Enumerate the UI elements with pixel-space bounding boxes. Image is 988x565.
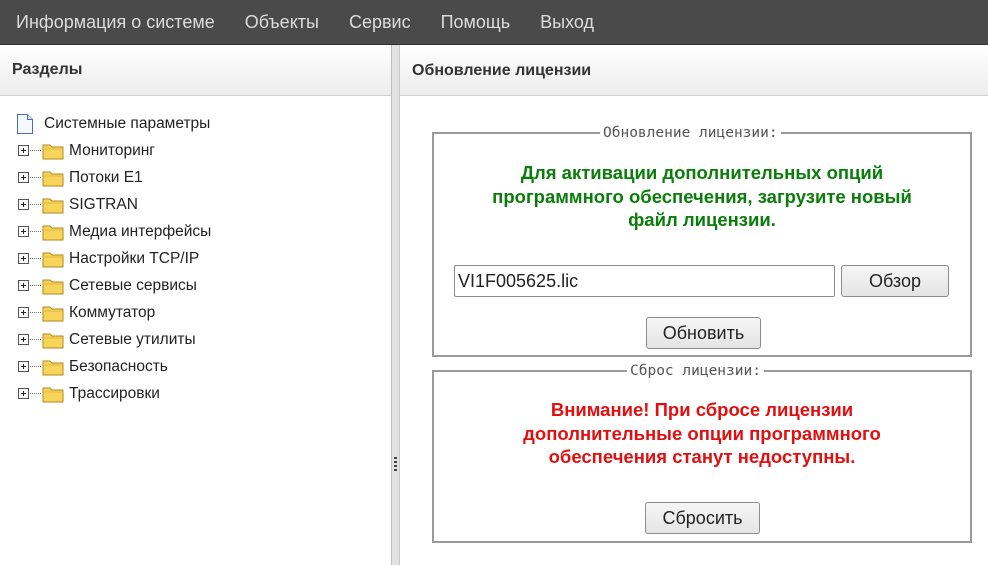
tree-item[interactable]: Сетевые сервисы [14,272,391,299]
panel-splitter[interactable] [392,45,400,565]
expand-plus-icon[interactable] [18,361,29,372]
license-header: Обновление лицензии [400,45,988,96]
folder-icon [42,387,64,402]
tree-item[interactable]: Мониторинг [14,137,391,164]
license-panel: Обновление лицензии Обновление лицензии:… [400,45,988,565]
tree-item-label: Безопасность [69,357,168,375]
splitter-grip-icon[interactable] [394,457,397,471]
tree-item-label: Трассировки [69,384,160,402]
sections-header: Разделы [0,45,391,96]
update-button[interactable]: Обновить [646,317,761,349]
license-update-message: Для активации дополнительных опций прогр… [492,162,912,230]
tree-item[interactable]: Трассировки [14,380,391,407]
tree-item[interactable]: Настройки TCP/IP [14,245,391,272]
tree-item[interactable]: Сетевые утилиты [14,326,391,353]
tree-item-label: Сетевые сервисы [69,276,197,294]
browse-button[interactable]: Обзор [841,265,949,297]
expand-plus-icon[interactable] [18,388,29,399]
menu-exit[interactable]: Выход [525,0,609,44]
tree-item-label: Настройки TCP/IP [69,249,200,267]
folder-icon [42,144,64,159]
license-file-field[interactable] [454,265,835,297]
folder-icon [42,225,64,240]
tree-item-label: Системные параметры [44,114,211,132]
expand-plus-icon[interactable] [18,145,29,156]
folder-icon [42,306,64,321]
sections-panel: Разделы Системные параметры Мониторинг П… [0,45,392,565]
license-reset-group: Сброс лицензии: Внимание! При сбросе лиц… [432,363,972,543]
tree-item[interactable]: SIGTRAN [14,191,391,218]
tree-item-label: Мониторинг [69,141,155,159]
expand-plus-icon[interactable] [18,172,29,183]
menu-help[interactable]: Помощь [426,0,526,44]
folder-icon [42,252,64,267]
folder-icon [42,333,64,348]
expand-plus-icon[interactable] [18,280,29,291]
expand-plus-icon[interactable] [18,307,29,318]
folder-icon [42,279,64,294]
menu-objects[interactable]: Объекты [230,0,334,44]
tree-item-label: Сетевые утилиты [69,330,196,348]
expand-plus-icon[interactable] [18,226,29,237]
folder-icon [42,360,64,375]
file-select-row: Обзор [454,265,949,297]
tree-item-label: Потоки E1 [69,168,143,186]
tree-item-label: Коммутатор [69,303,156,321]
folder-icon [42,198,64,213]
expand-plus-icon[interactable] [18,253,29,264]
folder-icon [42,171,64,186]
sections-tree: Системные параметры Мониторинг Потоки E1… [0,96,391,407]
top-menu-bar: Информация о системе Объекты Сервис Помо… [0,0,988,45]
tree-item-label: Медиа интерфейсы [69,222,212,240]
license-reset-warning: Внимание! При сбросе лицензии дополнител… [523,399,881,467]
menu-service[interactable]: Сервис [334,0,426,44]
license-reset-legend: Сброс лицензии: [630,363,761,379]
document-icon [17,113,33,134]
tree-item[interactable]: Безопасность [14,353,391,380]
tree-item-system-params[interactable]: Системные параметры [14,110,391,137]
license-update-group: Обновление лицензии: Для активации допол… [432,125,972,357]
expand-plus-icon[interactable] [18,334,29,345]
tree-item-label: SIGTRAN [69,195,138,213]
reset-button[interactable]: Сбросить [645,502,760,534]
tree-item[interactable]: Коммутатор [14,299,391,326]
tree-item[interactable]: Медиа интерфейсы [14,218,391,245]
menu-system-info[interactable]: Информация о системе [0,0,230,44]
license-update-legend: Обновление лицензии: [603,125,778,141]
expand-plus-icon[interactable] [18,199,29,210]
tree-item[interactable]: Потоки E1 [14,164,391,191]
